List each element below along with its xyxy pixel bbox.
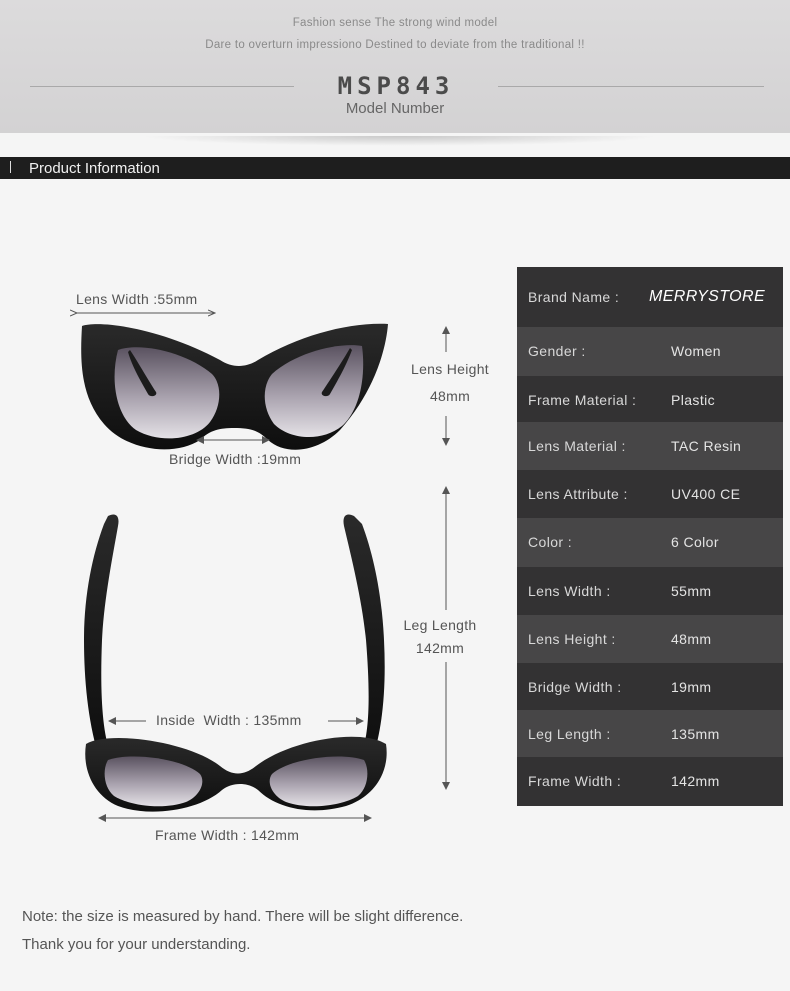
front-view-glasses [81,323,389,450]
spec-label: Lens Height : [528,631,616,647]
bridge-width-label: Bridge Width :19mm [169,451,302,467]
spec-value: 48mm [671,631,712,647]
spec-value: 142mm [671,773,720,789]
spec-label: Lens Material : [528,438,626,454]
spec-row-gender: Gender : Women [517,327,783,376]
spec-row-lens-height: Lens Height : 48mm [517,615,783,664]
spec-row-lens-attribute: Lens Attribute : UV400 CE [517,470,783,519]
thank-you-note: Thank you for your understanding. [22,936,251,953]
spec-value: TAC Resin [671,438,742,454]
spec-label: Bridge Width : [528,679,622,695]
measurement-note: Note: the size is measured by hand. Ther… [22,908,464,925]
spec-label: Leg Length : [528,726,611,742]
spec-label: Lens Width : [528,583,611,599]
inside-width-label: Inside Width : 135mm [156,712,302,728]
spec-label: Color : [528,534,573,550]
spec-value: UV400 CE [671,486,741,502]
spec-value: 6 Color [671,534,719,550]
spec-row-color: Color : 6 Color [517,518,783,567]
spec-row-bridge-width: Bridge Width : 19mm [517,663,783,712]
spec-value: 135mm [671,726,720,742]
spec-row-frame-material: Frame Material : Plastic [517,376,783,425]
spec-value: 19mm [671,679,712,695]
spec-value: Women [671,343,721,359]
spec-row-lens-material: Lens Material : TAC Resin [517,422,783,471]
spec-label: Lens Attribute : [528,486,628,502]
lens-width-label: Lens Width :55mm [76,291,198,307]
spec-row-frame-width: Frame Width : 142mm [517,757,783,806]
spec-value: 55mm [671,583,712,599]
spec-label: Frame Material : [528,392,637,408]
spec-row-lens-width: Lens Width : 55mm [517,567,783,616]
spec-value: Plastic [671,392,716,408]
lens-height-value: 48mm [429,388,471,404]
spec-label: Gender : [528,343,586,359]
leg-length-value: 142mm [415,640,465,656]
frame-width-label: Frame Width : 142mm [155,827,300,843]
brand-value: MERRYSTORE [649,288,766,305]
spec-row-brand: Brand Name : MERRYSTORE [517,267,783,327]
lens-height-label: Lens Height [410,361,490,377]
spec-label: Brand Name : [528,289,620,305]
spec-row-leg-length: Leg Length : 135mm [517,710,783,759]
leg-length-label: Leg Length [403,617,477,633]
spec-table: Brand Name : MERRYSTORE Gender : Women F… [517,267,783,806]
spec-label: Frame Width : [528,773,622,789]
top-view-glasses [84,514,387,812]
